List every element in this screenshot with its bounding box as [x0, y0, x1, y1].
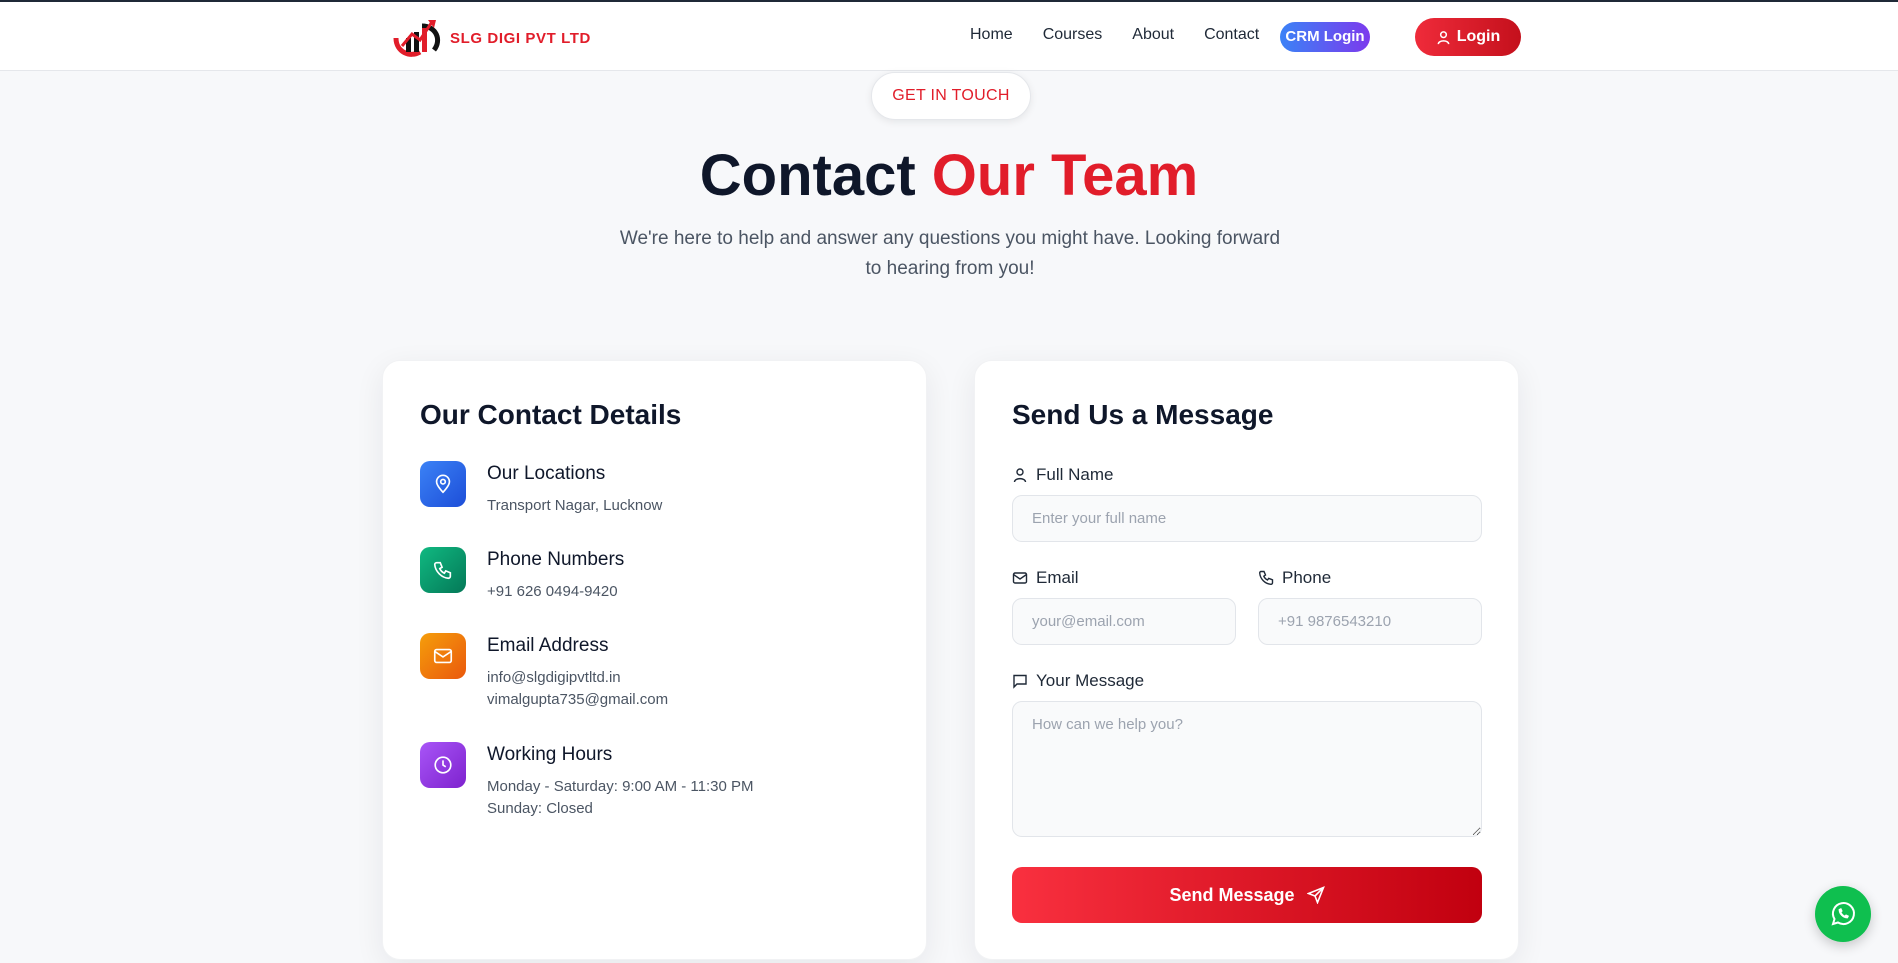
nav-home[interactable]: Home [970, 26, 1013, 44]
whatsapp-button[interactable] [1815, 886, 1871, 942]
page-title: Contact Our Team [0, 142, 1898, 209]
nav-courses[interactable]: Courses [1043, 26, 1103, 44]
send-message-label: Send Message [1169, 884, 1295, 905]
detail-email-title: Email Address [487, 635, 609, 656]
detail-email: Email Address info@slgdigipvtltd.in vima… [420, 633, 668, 711]
page-title-main: Contact [699, 143, 916, 208]
detail-location: Our Locations Transport Nagar, Lucknow [420, 461, 662, 517]
nav-about[interactable]: About [1132, 26, 1174, 44]
brand-name: SLG DIGI PVT LTD [450, 29, 591, 47]
full-name-label-text: Full Name [1036, 465, 1114, 484]
user-icon [1437, 30, 1450, 44]
email-input[interactable] [1012, 598, 1236, 645]
email-label-text: Email [1036, 568, 1079, 587]
detail-location-title: Our Locations [487, 463, 606, 484]
mail-icon [1012, 572, 1028, 584]
detail-hours-line-2: Sunday: Closed [487, 800, 593, 817]
site-header: SLG DIGI PVT LTD Home Courses About Cont… [0, 2, 1898, 71]
detail-email-line-2[interactable]: vimalgupta735@gmail.com [487, 689, 668, 711]
clock-icon [420, 742, 466, 788]
get-in-touch-badge: GET IN TOUCH [871, 72, 1031, 120]
detail-phone: Phone Numbers +91 626 0494-9420 [420, 547, 624, 603]
phone-icon [1258, 570, 1274, 586]
detail-phone-line[interactable]: +91 626 0494-9420 [487, 581, 624, 603]
crm-login-button[interactable]: CRM Login [1280, 22, 1370, 52]
detail-email-line-1[interactable]: info@slgdigipvtltd.in [487, 667, 668, 689]
login-button[interactable]: Login [1415, 18, 1521, 56]
brand-logo[interactable]: SLG DIGI PVT LTD [392, 16, 591, 60]
contact-details-title: Our Contact Details [420, 399, 682, 430]
message-form-title: Send Us a Message [1012, 399, 1274, 430]
detail-hours-title: Working Hours [487, 744, 613, 765]
message-textarea[interactable] [1012, 701, 1482, 837]
detail-phone-title: Phone Numbers [487, 549, 625, 570]
map-pin-icon [420, 461, 466, 507]
main-nav: Home Courses About Contact [970, 26, 1289, 44]
message-square-icon [1013, 674, 1027, 689]
email-label: Email [1012, 568, 1079, 588]
page-subtitle: We're here to help and answer any questi… [619, 228, 1281, 279]
detail-hours-line-1: Monday - Saturday: 9:00 AM - 11:30 PM [487, 778, 754, 795]
login-label: Login [1456, 28, 1501, 45]
full-name-label: Full Name [1012, 465, 1113, 485]
nav-contact[interactable]: Contact [1204, 26, 1259, 44]
phone-label-text: Phone [1282, 568, 1332, 587]
detail-location-line: Transport Nagar, Lucknow [487, 497, 663, 514]
send-message-button[interactable]: Send Message [1012, 867, 1482, 923]
mail-icon [420, 633, 466, 679]
phone-input[interactable] [1258, 598, 1482, 645]
send-icon [1306, 886, 1325, 904]
phone-icon [420, 547, 466, 593]
message-label: Your Message [1012, 671, 1144, 691]
full-name-input[interactable] [1012, 495, 1482, 542]
message-label-text: Your Message [1036, 671, 1145, 690]
detail-hours: Working Hours Monday - Saturday: 9:00 AM… [420, 742, 754, 820]
message-form-card: Send Us a Message Full Name Email Phone … [974, 360, 1519, 960]
phone-label: Phone [1258, 568, 1331, 588]
page-title-accent: Our Team [931, 143, 1199, 208]
user-icon [1013, 468, 1027, 483]
whatsapp-icon [1831, 902, 1855, 926]
logo-icon [393, 20, 440, 57]
contact-details-card: Our Contact Details Our Locations Transp… [382, 360, 927, 960]
